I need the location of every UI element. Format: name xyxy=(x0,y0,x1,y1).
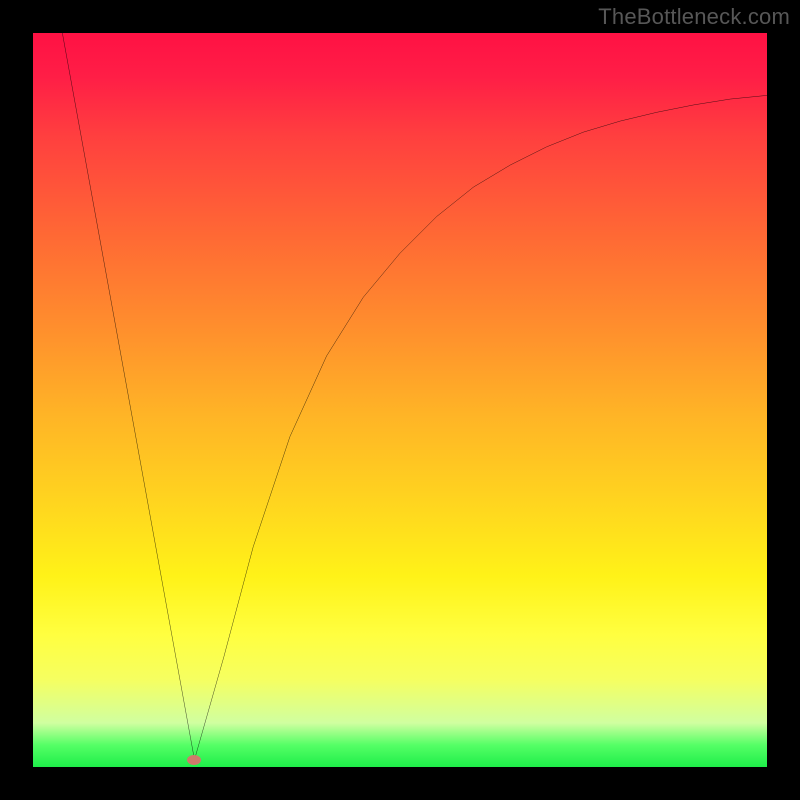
bottleneck-marker xyxy=(187,755,201,765)
curve-layer xyxy=(33,33,767,767)
chart-frame: TheBottleneck.com xyxy=(0,0,800,800)
watermark-text: TheBottleneck.com xyxy=(598,4,790,30)
plot-area xyxy=(33,33,767,767)
curve-left-descent xyxy=(62,33,194,760)
curve-right-saturating xyxy=(194,95,767,759)
